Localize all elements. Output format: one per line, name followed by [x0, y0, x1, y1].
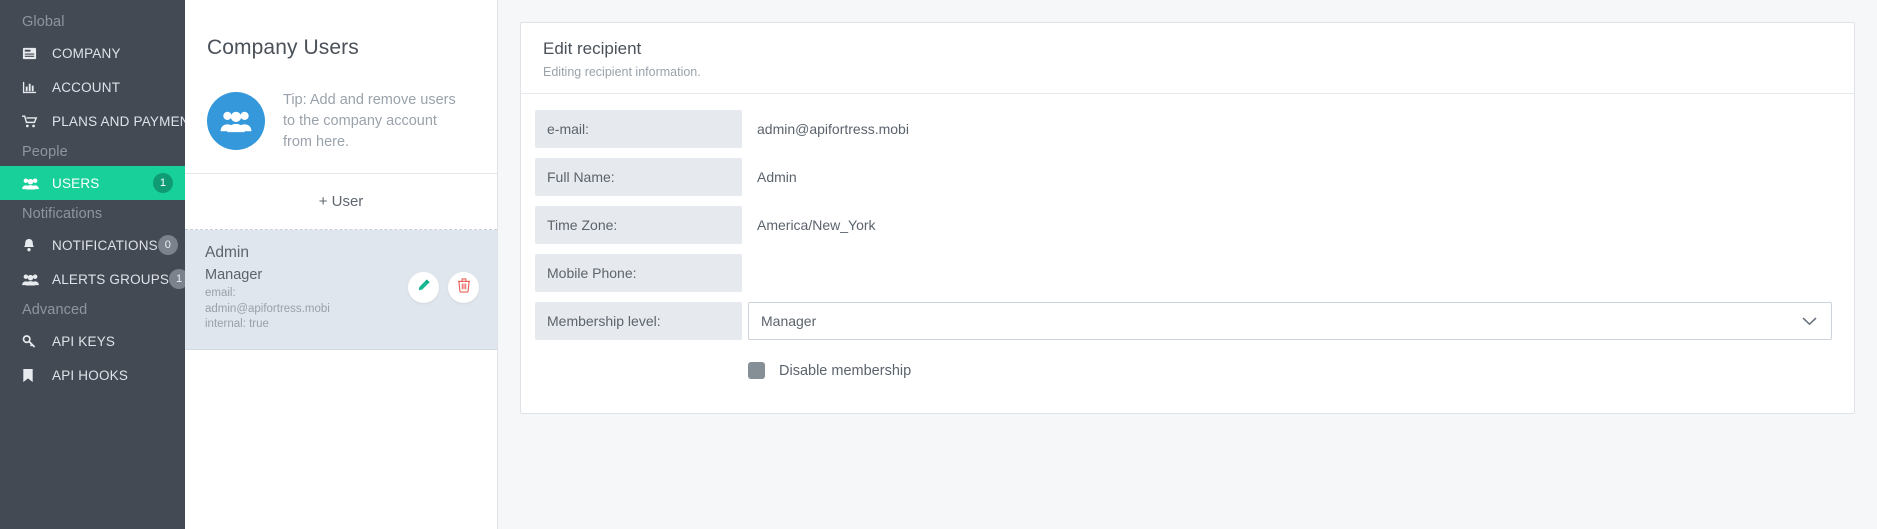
field-label: Time Zone:	[535, 206, 742, 244]
status-badge: 0	[158, 235, 178, 255]
sidebar-item-label: API HOOKS	[52, 368, 173, 383]
edit-user-button[interactable]	[408, 272, 439, 303]
sidebar-item-label: API KEYS	[52, 334, 173, 349]
field-row-full-name: Full Name: Admin	[535, 158, 1832, 196]
field-label: Membership level:	[535, 302, 742, 340]
sidebar-item-alerts-groups[interactable]: ALERTS GROUPS 1	[0, 262, 185, 296]
bookmark-icon	[22, 367, 42, 383]
field-row-time-zone: Time Zone: America/New_York	[535, 206, 1832, 244]
users-icon	[22, 175, 42, 191]
panel-subtitle: Editing recipient information.	[543, 65, 1832, 79]
company-users-panel: Company Users Tip: Add and remove users …	[185, 0, 498, 529]
mobile-phone-field[interactable]	[742, 254, 757, 292]
cart-icon	[22, 113, 42, 129]
add-user-button[interactable]: + User	[185, 174, 497, 230]
disable-membership-checkbox[interactable]	[748, 362, 765, 379]
card-actions	[408, 272, 479, 303]
field-row-membership-level: Membership level: Manager	[535, 302, 1832, 340]
trash-icon	[457, 278, 471, 298]
field-row-email: e-mail: admin@apifortress.mobi	[535, 110, 1832, 148]
bell-icon	[22, 237, 42, 253]
edit-recipient-panel: Edit recipient Editing recipient informa…	[520, 22, 1855, 414]
pencil-icon	[416, 278, 431, 298]
users-icon	[22, 271, 42, 287]
user-name: Admin	[205, 244, 477, 262]
sidebar-item-plans-and-payment[interactable]: PLANS AND PAYMENT	[0, 104, 185, 138]
sidebar-item-label: NOTIFICATIONS	[52, 238, 158, 253]
sidebar-item-company[interactable]: COMPANY	[0, 36, 185, 70]
sidebar-section-global: Global	[0, 8, 185, 36]
sidebar-item-label: PLANS AND PAYMENT	[52, 114, 185, 129]
sidebar-section-notifications: Notifications	[0, 200, 185, 228]
disable-membership-row: Disable membership	[535, 350, 1832, 379]
panel-title: Edit recipient	[543, 39, 1832, 59]
field-label: e-mail:	[535, 110, 742, 148]
tip-text: Tip: Add and remove users to the company…	[283, 90, 463, 153]
sidebar-item-users[interactable]: USERS 1	[0, 166, 185, 200]
panel-body: e-mail: admin@apifortress.mobi Full Name…	[521, 94, 1854, 379]
sidebar-item-label: ALERTS GROUPS	[52, 272, 169, 287]
sidebar-section-advanced: Advanced	[0, 296, 185, 324]
sidebar-section-people: People	[0, 138, 185, 166]
disable-membership-label: Disable membership	[779, 363, 911, 379]
sidebar-item-label: USERS	[52, 176, 153, 191]
tip-banner: Tip: Add and remove users to the company…	[185, 74, 497, 174]
users-group-icon	[207, 92, 265, 150]
company-icon	[22, 45, 42, 61]
field-label: Full Name:	[535, 158, 742, 196]
status-badge: 1	[169, 269, 185, 289]
field-row-mobile-phone: Mobile Phone:	[535, 254, 1832, 292]
membership-level-select[interactable]: Manager	[748, 302, 1832, 340]
edit-recipient-area: Edit recipient Editing recipient informa…	[498, 0, 1877, 529]
sidebar-item-label: ACCOUNT	[52, 80, 173, 95]
sidebar: Global COMPANY ACCOUNT PLANS AND PAYMENT…	[0, 0, 185, 529]
field-label: Mobile Phone:	[535, 254, 742, 292]
sidebar-item-api-keys[interactable]: API KEYS	[0, 324, 185, 358]
user-email: admin@apifortress.mobi	[205, 302, 477, 318]
sidebar-item-notifications[interactable]: NOTIFICATIONS 0	[0, 228, 185, 262]
page-title: Company Users	[185, 14, 497, 60]
key-icon	[22, 333, 42, 349]
app-root: Global COMPANY ACCOUNT PLANS AND PAYMENT…	[0, 0, 1877, 529]
sidebar-item-api-hooks[interactable]: API HOOKS	[0, 358, 185, 392]
sidebar-item-label: COMPANY	[52, 46, 173, 61]
chart-bar-icon	[22, 79, 42, 95]
status-badge: 1	[153, 173, 173, 193]
full-name-field[interactable]: Admin	[742, 158, 797, 196]
time-zone-field[interactable]: America/New_York	[742, 206, 876, 244]
email-field[interactable]: admin@apifortress.mobi	[742, 110, 909, 148]
sidebar-item-account[interactable]: ACCOUNT	[0, 70, 185, 104]
delete-user-button[interactable]	[448, 272, 479, 303]
membership-level-value: Manager	[761, 313, 816, 329]
panel-header: Edit recipient Editing recipient informa…	[521, 23, 1854, 94]
user-internal-flag: internal: true	[205, 317, 477, 333]
list-item[interactable]: Admin Manager email: admin@apifortress.m…	[185, 230, 497, 350]
chevron-down-icon	[1802, 317, 1817, 326]
